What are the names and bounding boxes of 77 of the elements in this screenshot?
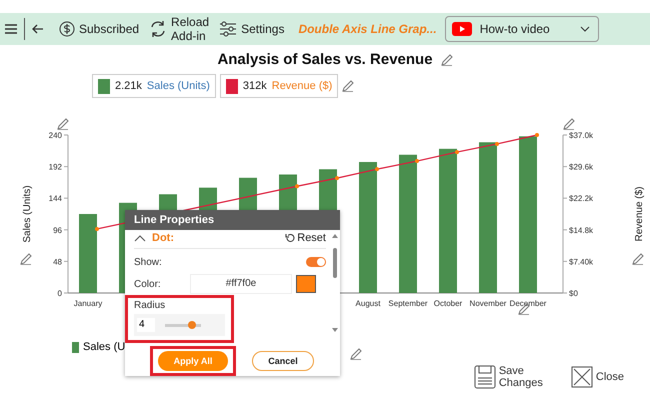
axis-tick-label: September (388, 299, 428, 308)
axis-title: Sales (Units) (22, 185, 33, 243)
close-button[interactable]: Close (596, 371, 624, 383)
legend-label: Sales (U (83, 341, 126, 353)
scroll-down-icon (332, 328, 338, 332)
pencil-icon (57, 118, 69, 130)
color-input-field[interactable]: #ff7f0e (190, 274, 292, 294)
axis-tick-label: 192 (48, 162, 62, 172)
legend-value: 312k (242, 80, 267, 92)
data-point (95, 226, 99, 231)
axis-tick-label: $22.2k (569, 194, 594, 204)
reset-button[interactable]: Reset (285, 232, 326, 244)
toolbar-button[interactable]: Subscribed (79, 22, 140, 36)
data-point (415, 159, 419, 164)
axis-tick-label: December (510, 299, 546, 308)
save-button[interactable]: Save Changes (498, 365, 543, 389)
axis-title: Revenue ($) (634, 186, 645, 242)
axis-tick-label: August (356, 299, 380, 308)
caret-icon (580, 26, 590, 32)
cancel-button[interactable]: Cancel (252, 351, 314, 371)
pencil-icon (20, 253, 32, 265)
sliders-icon (219, 20, 238, 38)
pencil-icon (563, 118, 575, 130)
axis-tick-label: October (434, 299, 462, 308)
axis-tick-label: $14.8k (569, 226, 594, 235)
close-icon (570, 366, 593, 388)
section-label: Dot: (152, 232, 174, 244)
axis-tick-label: 240 (48, 131, 62, 140)
axis-tick-label: 48 (53, 257, 62, 266)
save-icon (474, 365, 496, 389)
slider-thumb[interactable] (188, 320, 196, 328)
color-swatch[interactable] (296, 275, 316, 293)
axis-tick-label: 96 (53, 226, 62, 235)
back-icon[interactable] (31, 22, 45, 36)
legend-item[interactable]: 312k Revenue ($) (220, 74, 338, 98)
dialog-title: Line Properties (125, 210, 340, 230)
video-button[interactable]: How-to video (444, 16, 599, 42)
axis-tick-label: 144 (48, 194, 62, 204)
data-point (495, 142, 499, 146)
legend-label: Sales (Units) (146, 80, 210, 92)
data-point (375, 167, 379, 172)
pencil-icon (440, 54, 453, 66)
axis-tick-label: $0 (569, 289, 578, 298)
data-point (455, 150, 459, 154)
toolbar-button[interactable]: Reload Add-in (171, 15, 210, 43)
scrollbar[interactable] (332, 234, 338, 332)
toggle-switch[interactable] (306, 257, 326, 267)
data-point (335, 176, 339, 180)
data-point (295, 184, 299, 188)
pencil-icon (342, 80, 354, 92)
reload-icon (149, 20, 168, 38)
axis-tick-label: $7.40k (569, 257, 594, 266)
axis-tick-label: November (470, 299, 506, 308)
menu-icon[interactable] (4, 22, 18, 36)
legend-item[interactable]: 2.21k Sales (Units) (92, 74, 216, 98)
field-label: Color: (134, 278, 162, 290)
axis-tick-label: $29.6k (569, 162, 594, 172)
pencil-icon (632, 253, 644, 265)
pencil-icon (350, 348, 362, 360)
field-label: Radius (134, 300, 166, 311)
slider-track[interactable] (165, 324, 201, 326)
chart-title: Analysis of Sales vs. Revenue (217, 51, 433, 68)
legend-value: 2.21k (115, 80, 142, 92)
scroll-up-icon (332, 234, 338, 238)
data-point (535, 133, 539, 137)
toolbar-button[interactable]: Settings (241, 22, 284, 36)
field-label: Show: (134, 256, 163, 268)
dollar-icon (59, 21, 75, 37)
axis-tick-label: 0 (58, 289, 62, 298)
axis-tick-label: $37.0k (569, 131, 594, 140)
legend-swatch (72, 342, 79, 352)
axis-tick-label: January (74, 299, 102, 308)
app-title: Double Axis Line Grap... (298, 22, 437, 36)
radius-input-field[interactable]: 4 (137, 318, 155, 332)
play-icon (452, 22, 472, 36)
reset-icon (285, 232, 296, 242)
legend-label: Revenue ($) (272, 80, 332, 92)
